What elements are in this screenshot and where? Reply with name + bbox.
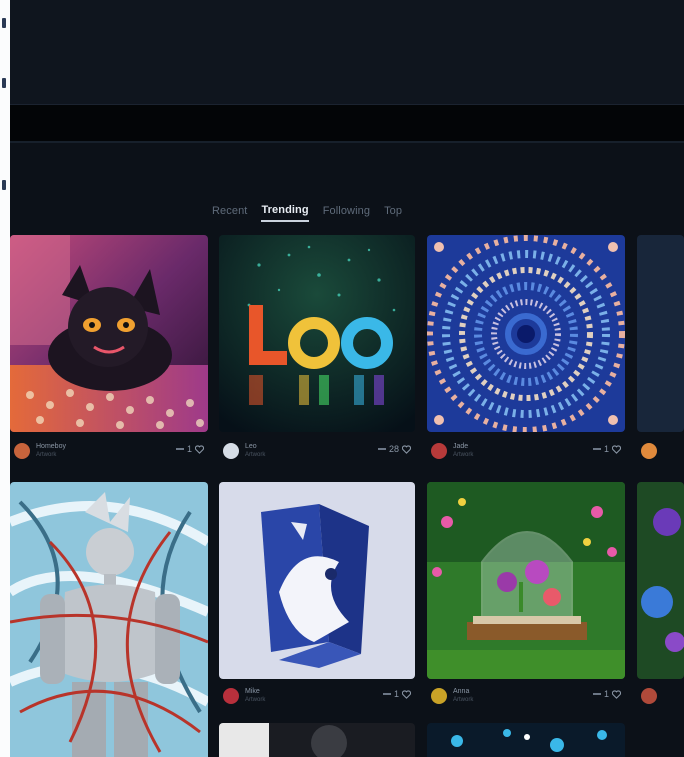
card-meta bbox=[641, 684, 684, 708]
bottom-image bbox=[219, 723, 415, 757]
card-meta: Anna Artwork 1 bbox=[431, 684, 621, 708]
gallery-card-partial[interactable] bbox=[637, 482, 684, 679]
dash-icon bbox=[592, 693, 601, 695]
avatar[interactable] bbox=[14, 443, 30, 459]
gallery-card-cat[interactable] bbox=[10, 235, 208, 432]
gallery-card-partial[interactable] bbox=[637, 235, 684, 432]
heart-icon[interactable] bbox=[402, 689, 411, 699]
leo-image bbox=[219, 235, 415, 432]
gallery-card-bottom[interactable] bbox=[219, 723, 415, 757]
card-meta: Homeboy Artwork 1 bbox=[14, 439, 204, 463]
mandala-image bbox=[427, 235, 625, 432]
username[interactable]: Jade bbox=[453, 443, 473, 451]
username[interactable]: Mike bbox=[245, 688, 265, 696]
tab-top[interactable]: Top bbox=[384, 205, 402, 221]
like-count: 1 bbox=[393, 689, 399, 699]
username[interactable]: Homeboy bbox=[36, 443, 66, 451]
figure-image bbox=[10, 482, 208, 757]
garden-image bbox=[427, 482, 625, 679]
banner-strip bbox=[10, 105, 684, 141]
user-subtitle: Artwork bbox=[453, 452, 474, 458]
user-subtitle: Artwork bbox=[36, 452, 57, 458]
tab-recent[interactable]: Recent bbox=[212, 205, 247, 221]
like-count: 1 bbox=[603, 689, 609, 699]
dash-icon bbox=[175, 448, 184, 450]
tab-trending[interactable]: Trending bbox=[261, 204, 309, 222]
tab-following[interactable]: Following bbox=[323, 205, 370, 221]
avatar[interactable] bbox=[223, 688, 239, 704]
heart-icon[interactable] bbox=[612, 689, 621, 699]
gallery-card-garden[interactable] bbox=[427, 482, 625, 679]
divider bbox=[10, 141, 684, 143]
heart-icon[interactable] bbox=[195, 444, 204, 454]
card-meta bbox=[641, 439, 684, 463]
gallery-card-sculpture[interactable] bbox=[219, 482, 415, 679]
like-count: 1 bbox=[186, 444, 192, 454]
user-subtitle: Artwork bbox=[245, 452, 266, 458]
sculpture-image bbox=[219, 482, 415, 679]
card-meta: Jade Artwork 1 bbox=[431, 439, 621, 463]
bottom-image bbox=[427, 723, 625, 757]
avatar[interactable] bbox=[431, 688, 447, 704]
heart-icon[interactable] bbox=[402, 444, 411, 454]
user-subtitle: Artwork bbox=[245, 697, 266, 703]
gallery-card-mandala[interactable] bbox=[427, 235, 625, 432]
avatar[interactable] bbox=[223, 443, 239, 459]
edge-marker bbox=[2, 18, 6, 28]
heart-icon[interactable] bbox=[612, 444, 621, 454]
username[interactable]: Anna bbox=[453, 688, 473, 696]
like-count: 1 bbox=[603, 444, 609, 454]
cat-image bbox=[10, 235, 208, 432]
card-meta: Mike Artwork 1 bbox=[223, 684, 411, 708]
username[interactable]: Leo bbox=[245, 443, 265, 451]
avatar[interactable] bbox=[641, 443, 657, 459]
gallery-card-bottom[interactable] bbox=[427, 723, 625, 757]
top-header-area bbox=[10, 0, 684, 105]
gallery-card-figure[interactable] bbox=[10, 482, 208, 757]
like-count: 28 bbox=[388, 444, 399, 454]
edge-marker bbox=[2, 78, 6, 88]
dash-icon bbox=[592, 448, 601, 450]
user-subtitle: Artwork bbox=[453, 697, 474, 703]
flower-image bbox=[637, 482, 684, 679]
dash-icon bbox=[382, 693, 391, 695]
card-meta: Leo Artwork 28 bbox=[223, 439, 411, 463]
left-edge-panel bbox=[0, 0, 10, 757]
dash-icon bbox=[377, 448, 386, 450]
feed-tabs: Recent Trending Following Top bbox=[212, 201, 402, 225]
avatar[interactable] bbox=[431, 443, 447, 459]
avatar[interactable] bbox=[641, 688, 657, 704]
edge-marker bbox=[2, 180, 6, 190]
gallery-card-leo[interactable] bbox=[219, 235, 415, 432]
